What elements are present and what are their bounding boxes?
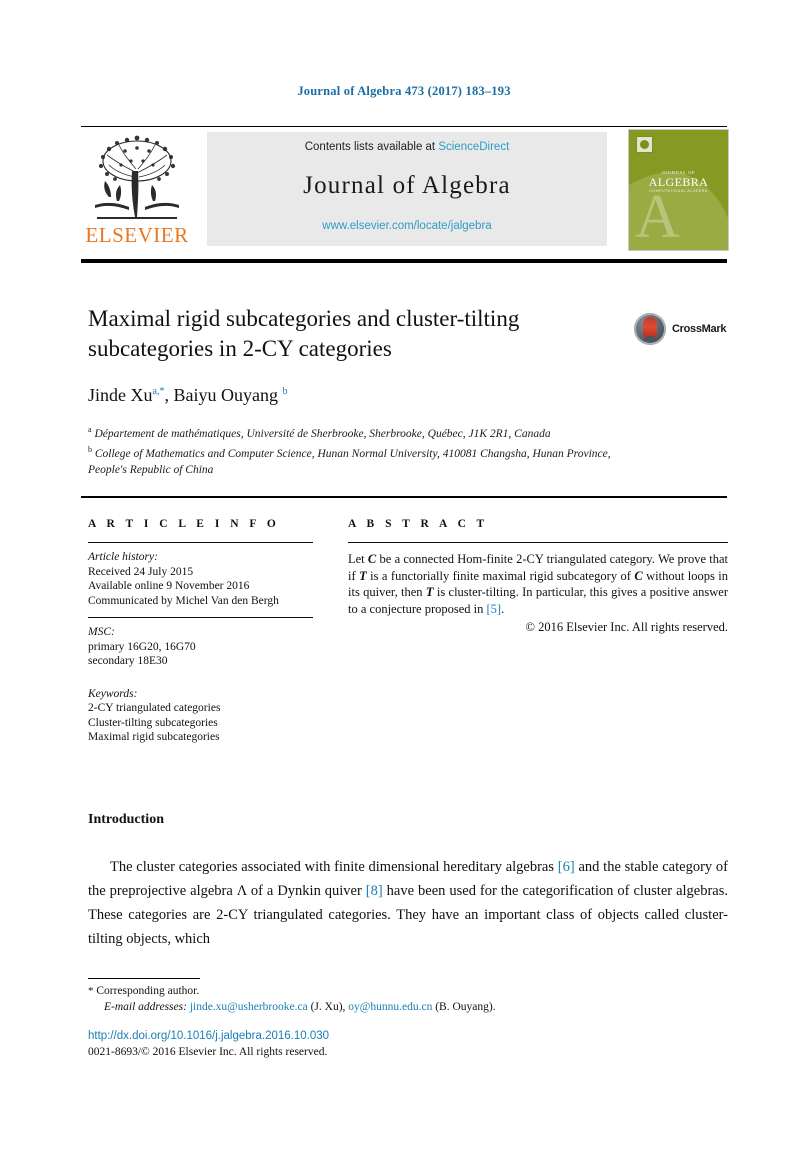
affiliation-b: b College of Mathematics and Computer Sc… — [88, 442, 628, 478]
cover-subtitle: COMPUTATIONAL ALGEBRA — [649, 189, 708, 193]
issn-copyright-line: 0021-8693/© 2016 Elsevier Inc. All right… — [88, 1046, 328, 1058]
introduction-body: The cluster categories associated with f… — [88, 855, 728, 951]
history-item-online: Available online 9 November 2016 — [88, 580, 250, 592]
cover-letter-a: A — [635, 183, 680, 251]
introduction-heading: Introduction — [88, 812, 164, 827]
abstract-column: A B S T R A C T Let C be a connected Hom… — [348, 518, 728, 635]
affiliations: a Département de mathématiques, Universi… — [88, 422, 628, 478]
abstract-heading: A B S T R A C T — [348, 518, 489, 530]
masthead: ELSEVIER Contents lists available at Sci… — [81, 128, 729, 251]
corresponding-author-text: Corresponding author. — [96, 985, 200, 997]
footnote-rule — [88, 978, 200, 979]
history-item-received: Received 24 July 2015 — [88, 565, 194, 578]
corresponding-author-marker: * — [88, 985, 94, 997]
article-history-label: Article history: — [88, 551, 158, 563]
keyword-item-2: Cluster-tilting subcategories — [88, 716, 218, 729]
masthead-center-panel: Contents lists available at ScienceDirec… — [207, 132, 607, 246]
msc-divider — [88, 617, 313, 618]
masthead-bottom-rule — [81, 259, 727, 263]
article-info-column: A R T I C L E I N F O Article history: R… — [88, 518, 313, 745]
abstract-copyright: © 2016 Elsevier Inc. All rights reserved… — [525, 620, 728, 634]
history-item-communicated: Communicated by Michel Van den Bergh — [88, 594, 279, 607]
running-head: Journal of Algebra 473 (2017) 183–193 — [297, 84, 511, 98]
article-info-heading: A R T I C L E I N F O — [88, 518, 280, 530]
article-history-block: Article history: Received 24 July 2015 A… — [88, 550, 313, 608]
journal-title: Journal of Algebra — [303, 172, 511, 199]
doi-link[interactable]: http://dx.doi.org/10.1016/j.jalgebra.201… — [88, 1030, 329, 1042]
elsevier-logo: ELSEVIER — [85, 131, 189, 249]
keyword-item-1: 2-CY triangulated categories — [88, 702, 221, 714]
info-section-top-rule — [81, 496, 727, 498]
affiliation-a: a Département de mathématiques, Universi… — [88, 422, 628, 442]
journal-url-link[interactable]: www.elsevier.com/locate/jalgebra — [207, 220, 607, 232]
affiliation-text-b: College of Mathematics and Computer Scie… — [88, 448, 611, 476]
cover-elsevier-mark-icon — [636, 136, 653, 153]
crossmark-badge[interactable]: CrossMark — [634, 313, 730, 345]
journal-cover-thumbnail: A JOURNAL OF ALGEBRA COMPUTATIONAL ALGEB… — [628, 129, 729, 251]
msc-primary: primary 16G20, 16G70 — [88, 640, 196, 653]
elsevier-tree-icon — [85, 131, 189, 223]
msc-block: MSC: primary 16G20, 16G70 secondary 18E3… — [88, 625, 313, 669]
crossmark-label: CrossMark — [672, 323, 727, 335]
abstract-divider — [348, 542, 728, 543]
footnote-block: * Corresponding author. E-mail addresses… — [88, 983, 728, 1015]
affiliation-marker-b: b — [88, 445, 92, 455]
sciencedirect-link[interactable]: ScienceDirect — [438, 141, 509, 153]
article-info-divider — [88, 542, 313, 543]
author-list: Jinde Xua,*, Baiyu Ouyang b — [88, 385, 288, 405]
affiliation-marker-a: a — [88, 425, 92, 434]
elsevier-wordmark: ELSEVIER — [85, 223, 189, 247]
page-title: Maximal rigid subcategories and cluster-… — [88, 306, 520, 361]
crossmark-icon — [634, 313, 666, 345]
contents-prefix: Contents lists available at — [304, 141, 439, 153]
keyword-item-3: Maximal rigid subcategories — [88, 731, 220, 743]
contents-line: Contents lists available at ScienceDirec… — [207, 141, 607, 153]
masthead-top-rule — [81, 126, 727, 127]
email-line: E-mail addresses: jinde.xu@usherbrooke.c… — [104, 1001, 496, 1013]
msc-label: MSC: — [88, 626, 115, 638]
keywords-block: Keywords: 2-CY triangulated categories C… — [88, 687, 313, 745]
msc-secondary: secondary 18E30 — [88, 655, 168, 667]
crossmark-notch-shape — [643, 332, 657, 341]
keywords-label: Keywords: — [88, 687, 138, 700]
affiliation-text-a: Département de mathématiques, Université… — [94, 427, 551, 440]
article-first-page: Journal of Algebra 473 (2017) 183–193 EL… — [0, 0, 808, 1162]
cover-algebra-label: ALGEBRA — [648, 175, 709, 189]
abstract-text: Let C be a connected Hom-finite 2-CY tri… — [348, 552, 729, 616]
introduction-paragraph: The cluster categories associated with f… — [88, 859, 728, 947]
